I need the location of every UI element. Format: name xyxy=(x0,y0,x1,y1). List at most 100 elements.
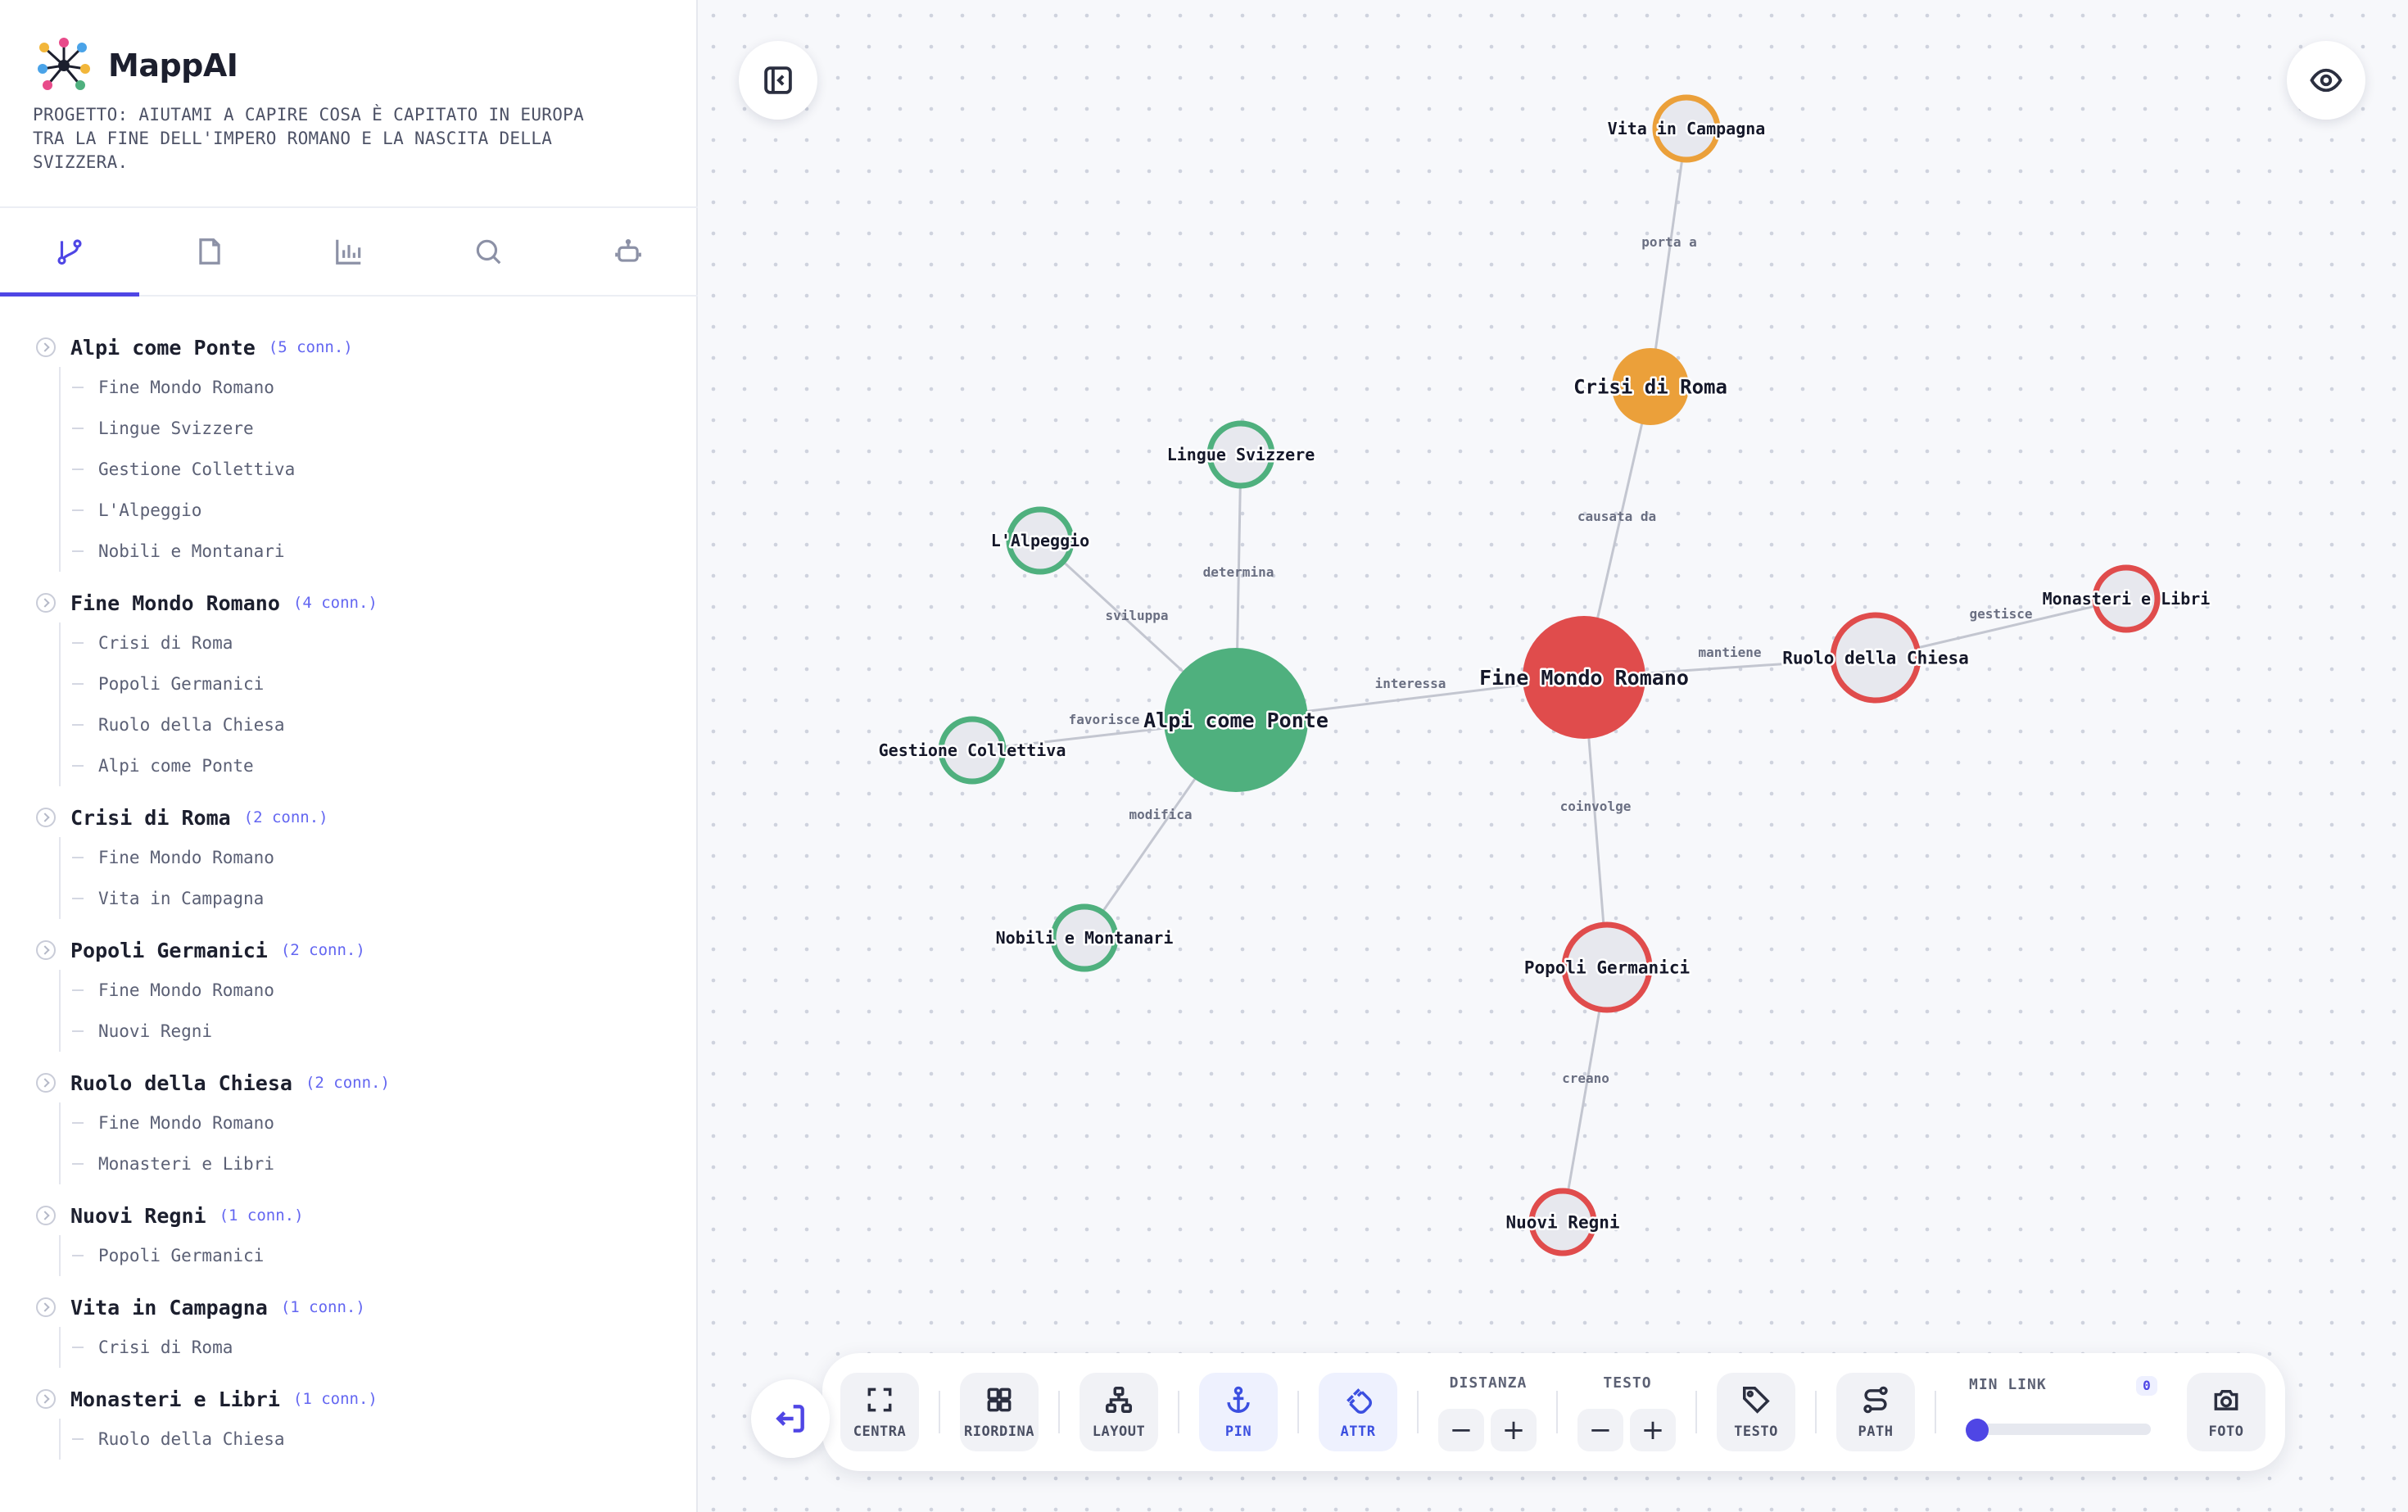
search-icon xyxy=(477,239,501,265)
chevron-toggle-icon[interactable] xyxy=(36,1206,56,1225)
node-label: Ruolo della Chiesa xyxy=(1782,649,1969,668)
chevron-toggle-icon[interactable] xyxy=(36,1297,56,1317)
tree-child-item[interactable]: Nuovi Regni xyxy=(61,1011,683,1052)
tree-group-title: Monasteri e Libri xyxy=(70,1387,280,1411)
tree-children: Crisi di Roma Popoli Germanici Ruolo della… xyxy=(59,622,683,786)
tree-group: Vita in Campagna (1 conn.) Crisi di Roma xyxy=(36,1288,683,1368)
tree-child-item[interactable]: Lingue Svizzere xyxy=(61,408,683,449)
tree-group-header[interactable]: Crisi di Roma (2 conn.) xyxy=(36,798,683,837)
edge-label: sviluppa xyxy=(1105,608,1168,623)
edge-label: interessa xyxy=(1375,676,1446,691)
tree-child-item[interactable]: Nobili e Montanari xyxy=(61,531,683,572)
distanza-decrease-button[interactable]: − xyxy=(1438,1409,1484,1451)
tree-group-header[interactable]: Popoli Germanici (2 conn.) xyxy=(36,930,683,970)
tree-group-header[interactable]: Nuovi Regni (1 conn.) xyxy=(36,1196,683,1235)
edge-label: creano xyxy=(1562,1071,1609,1086)
tree-child-item[interactable]: Crisi di Roma xyxy=(61,1327,683,1368)
git-branch-icon xyxy=(57,239,82,265)
tree-child-item[interactable]: Ruolo della Chiesa xyxy=(61,1419,683,1460)
node-label: Alpi come Ponte xyxy=(1143,708,1328,732)
tree-group-count: (1 conn.) xyxy=(280,1298,365,1316)
tree-group-count: (2 conn.) xyxy=(305,1074,390,1092)
node-label: Crisi di Roma xyxy=(1573,376,1727,399)
camera-icon xyxy=(2214,1389,2238,1410)
graph-canvas[interactable]: porta a causata da determina sviluppa intere… xyxy=(698,0,2408,1512)
tree-child-item[interactable]: Popoli Germanici xyxy=(61,663,683,704)
tree-group-count: (4 conn.) xyxy=(292,594,378,612)
tree-group-header[interactable]: Monasteri e Libri (1 conn.) xyxy=(36,1379,683,1419)
testo-button[interactable]: TESTO xyxy=(1717,1373,1795,1451)
attr-button[interactable]: ATTR xyxy=(1319,1373,1397,1451)
foto-button[interactable]: FOTO xyxy=(2187,1373,2265,1451)
hierarchy-icon xyxy=(1106,1387,1132,1413)
mind-map-graph[interactable]: porta a causata da determina sviluppa intere… xyxy=(698,0,2408,1512)
tab-search[interactable] xyxy=(419,208,558,295)
tree-child-item[interactable]: Fine Mondo Romano xyxy=(61,367,683,408)
chevron-toggle-icon[interactable] xyxy=(36,808,56,827)
path-button[interactable]: PATH xyxy=(1836,1373,1915,1451)
distanza-control: DISTANZA − + xyxy=(1438,1374,1538,1451)
graph-edge[interactable] xyxy=(1649,128,1688,387)
exit-button[interactable] xyxy=(751,1379,830,1458)
tree-child-item[interactable]: Vita in Campagna xyxy=(61,878,683,919)
min-link-slider-thumb[interactable] xyxy=(1966,1419,1989,1442)
toggle-visibility-button[interactable] xyxy=(2287,41,2365,120)
tree-child-item[interactable]: Crisi di Roma xyxy=(61,622,683,663)
tree-child-item[interactable]: L'Alpeggio xyxy=(61,490,683,531)
toolbar-divider xyxy=(1935,1391,1936,1433)
tree-child-item[interactable]: Fine Mondo Romano xyxy=(61,1102,683,1143)
edge-label: porta a xyxy=(1641,234,1696,250)
tree-group: Monasteri e Libri (1 conn.) Ruolo della Ch… xyxy=(36,1379,683,1460)
tree-child-item[interactable]: Fine Mondo Romano xyxy=(61,837,683,878)
node-label: Nuovi Regni xyxy=(1505,1213,1619,1233)
tree-group-title: Fine Mondo Romano xyxy=(70,591,280,615)
toolbar-divider xyxy=(1417,1391,1419,1433)
tab-document[interactable] xyxy=(139,208,278,295)
centra-button[interactable]: CENTRA xyxy=(840,1373,919,1451)
riordina-label: RIORDINA xyxy=(964,1424,1034,1440)
chevron-toggle-icon[interactable] xyxy=(36,1073,56,1093)
node-label: Monasteri e Libri xyxy=(2043,589,2211,609)
tree-child-item[interactable]: Ruolo della Chiesa xyxy=(61,704,683,745)
tab-graph[interactable] xyxy=(0,208,140,297)
layout-button[interactable]: LAYOUT xyxy=(1080,1373,1158,1451)
tab-stats[interactable] xyxy=(279,208,419,295)
testo-increase-button[interactable]: + xyxy=(1630,1409,1676,1451)
tree-group-title: Vita in Campagna xyxy=(70,1295,268,1320)
tree-child-item[interactable]: Fine Mondo Romano xyxy=(61,970,683,1011)
app-name: MappAI xyxy=(108,48,238,84)
chevron-toggle-icon[interactable] xyxy=(36,940,56,960)
min-link-slider-track[interactable] xyxy=(1969,1424,2151,1435)
edge-label: modifica xyxy=(1129,807,1192,822)
pin-label: PIN xyxy=(1224,1424,1252,1440)
tree-group: Crisi di Roma (2 conn.) Fine Mondo Romano V… xyxy=(36,798,683,919)
distanza-increase-button[interactable]: + xyxy=(1491,1409,1537,1451)
tree-group-header[interactable]: Vita in Campagna (1 conn.) xyxy=(36,1288,683,1327)
tree-child-item[interactable]: Alpi come Ponte xyxy=(61,745,683,786)
chevron-toggle-icon[interactable] xyxy=(36,593,56,613)
testo-decrease-button[interactable]: − xyxy=(1577,1409,1623,1451)
sidebar: MappAI PROGETTO: AIUTAMI A CAPIRE COSA È… xyxy=(0,0,698,1512)
tree-group-header[interactable]: Alpi come Ponte (5 conn.) xyxy=(36,328,683,367)
exit-icon xyxy=(776,1405,804,1433)
tree-group-title: Nuovi Regni xyxy=(70,1203,206,1228)
chevron-toggle-icon[interactable] xyxy=(36,1389,56,1409)
tree-children: Ruolo della Chiesa xyxy=(59,1419,683,1460)
anchor-icon xyxy=(1227,1386,1250,1413)
riordina-button[interactable]: RIORDINA xyxy=(960,1373,1039,1451)
mappai-logo-icon xyxy=(38,38,90,90)
pin-button[interactable]: PIN xyxy=(1199,1373,1278,1451)
tag-icon xyxy=(1743,1387,1770,1414)
chevron-toggle-icon[interactable] xyxy=(36,337,56,357)
tab-ai[interactable] xyxy=(559,208,698,295)
tree-group-header[interactable]: Fine Mondo Romano (4 conn.) xyxy=(36,583,683,622)
tree-group-header[interactable]: Ruolo della Chiesa (2 conn.) xyxy=(36,1063,683,1102)
collapse-sidebar-button[interactable] xyxy=(739,41,817,120)
tree-child-item[interactable]: Monasteri e Libri xyxy=(61,1143,683,1184)
tree-group-count: (1 conn.) xyxy=(219,1206,304,1225)
tree-children: Popoli Germanici xyxy=(59,1235,683,1276)
tree-child-item[interactable]: Gestione Collettiva xyxy=(61,449,683,490)
tree-group: Nuovi Regni (1 conn.) Popoli Germanici xyxy=(36,1196,683,1276)
tree-child-item[interactable]: Popoli Germanici xyxy=(61,1235,683,1276)
tree-children: Fine Mondo Romano Lingue Svizzere Gestione… xyxy=(59,367,683,572)
